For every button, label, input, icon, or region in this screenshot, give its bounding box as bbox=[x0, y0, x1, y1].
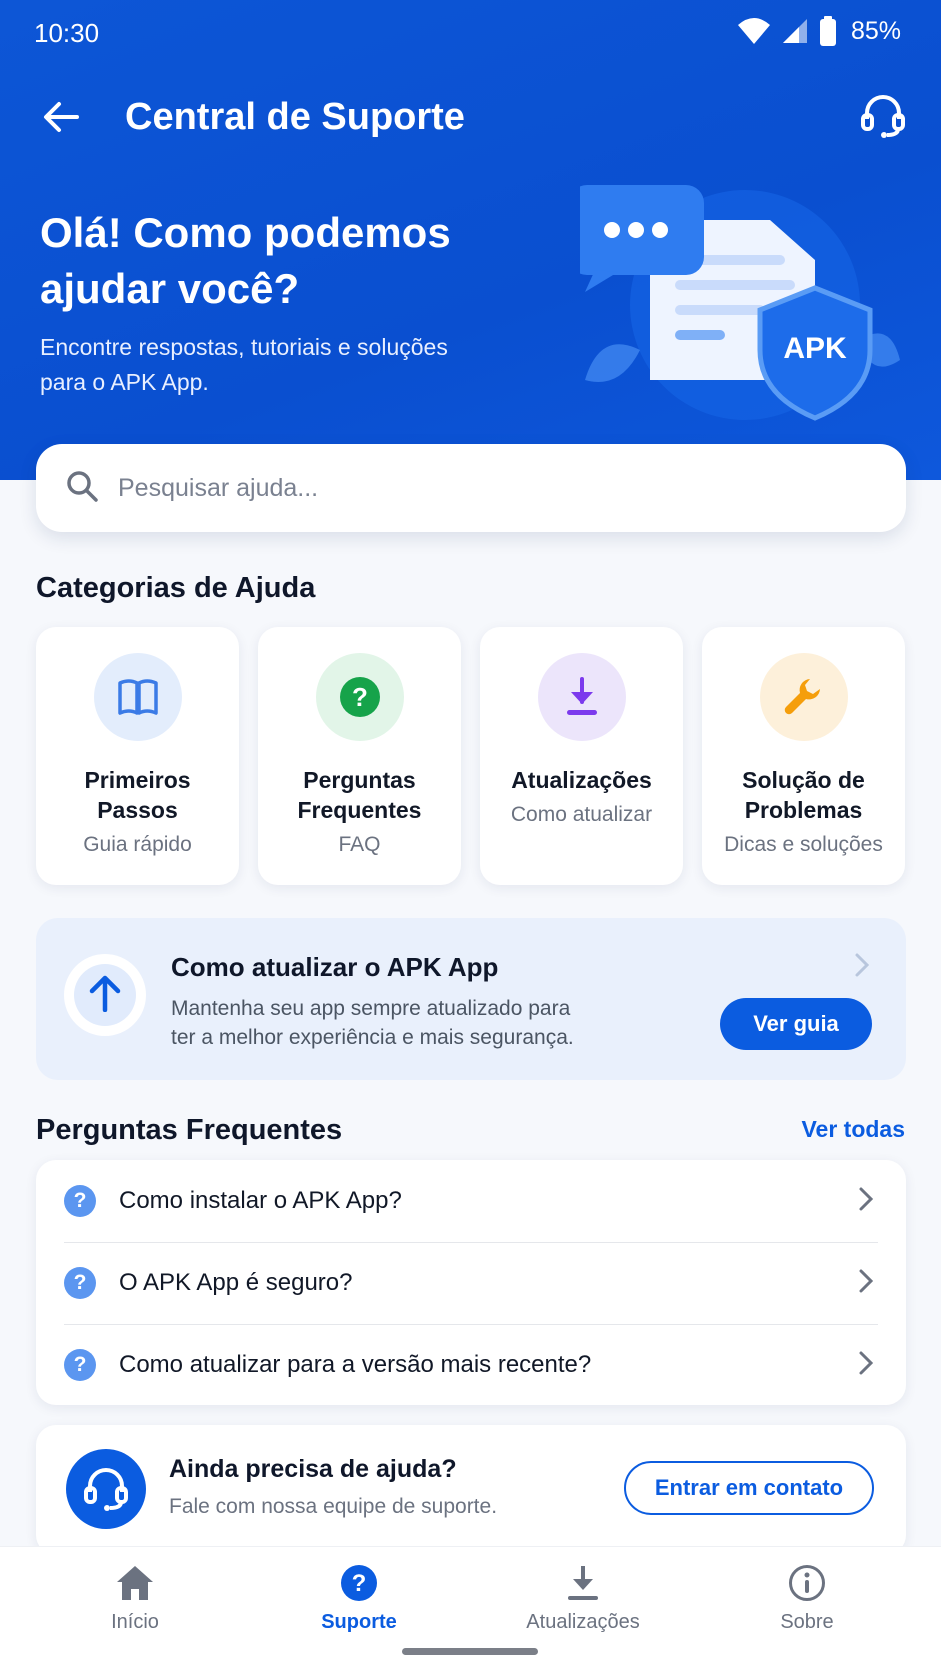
battery-percentage: 85% bbox=[850, 16, 901, 45]
category-card-troubleshooting[interactable]: Solução de Problemas Dicas e soluções bbox=[702, 627, 905, 885]
contact-button[interactable]: Entrar em contato bbox=[624, 1461, 874, 1515]
nav-item-updates[interactable]: Atualizações bbox=[483, 1561, 683, 1634]
nav-label: Sobre bbox=[780, 1611, 834, 1633]
update-card-title: Como atualizar o APK App bbox=[171, 952, 499, 982]
hero-subtitle: Encontre respostas, tutoriais e soluções… bbox=[40, 334, 448, 395]
nav-label: Atualizações bbox=[526, 1611, 640, 1633]
faq-list: ? Como instalar o APK App? ? O APK App é… bbox=[36, 1160, 906, 1405]
nav-item-support[interactable]: ? Suporte bbox=[259, 1561, 459, 1634]
question-icon: ? bbox=[64, 1267, 96, 1299]
page-title: Central de Suporte bbox=[125, 96, 465, 138]
category-card-updates[interactable]: Atualizações Como atualizar bbox=[480, 627, 683, 885]
category-title: Solução de Problemas bbox=[742, 767, 865, 823]
arrow-up-icon bbox=[87, 974, 123, 1017]
faq-question: Como atualizar para a versão mais recent… bbox=[119, 1351, 592, 1378]
nav-label: Suporte bbox=[321, 1611, 397, 1633]
category-card-faq[interactable]: ? Perguntas Frequentes FAQ bbox=[258, 627, 461, 885]
view-guide-button[interactable]: Ver guia bbox=[720, 998, 872, 1050]
category-subtitle: Dicas e soluções bbox=[724, 833, 883, 856]
chevron-right-icon bbox=[858, 1350, 874, 1381]
app-bar: Central de Suporte bbox=[0, 80, 941, 156]
category-subtitle: FAQ bbox=[338, 833, 381, 856]
update-card-description: Mantenha seu app sempre atualizado para … bbox=[171, 997, 574, 1049]
status-icons: 85% bbox=[737, 16, 901, 46]
search-input[interactable] bbox=[118, 473, 818, 503]
faq-question: O APK App é seguro? bbox=[119, 1269, 353, 1296]
faq-question: Como instalar o APK App? bbox=[119, 1187, 402, 1214]
chevron-right-icon bbox=[858, 1268, 874, 1299]
nav-label: Início bbox=[111, 1611, 159, 1633]
question-icon: ? bbox=[64, 1349, 96, 1381]
home-icon bbox=[35, 1561, 235, 1605]
category-subtitle: Como atualizar bbox=[510, 803, 653, 826]
category-title: Perguntas Frequentes bbox=[297, 767, 422, 823]
hero-title: Olá! Como podemos ajudar você? bbox=[40, 209, 451, 312]
arrow-left-icon bbox=[43, 101, 79, 138]
wrench-icon bbox=[759, 653, 848, 741]
support-illustration: APK bbox=[569, 180, 910, 430]
faq-item[interactable]: ? Como atualizar para a versão mais rece… bbox=[36, 1324, 906, 1406]
help-card-title: Ainda precisa de ajuda? bbox=[169, 1455, 457, 1483]
headset-icon bbox=[861, 93, 905, 144]
download-icon bbox=[537, 653, 626, 741]
faq-item[interactable]: ? O APK App é seguro? bbox=[36, 1242, 906, 1324]
support-headset-button[interactable] bbox=[855, 90, 911, 146]
help-card-subtitle: Fale com nossa equipe de suporte. bbox=[169, 1495, 498, 1518]
status-time: 10:30 bbox=[34, 18, 100, 48]
svg-text:?: ? bbox=[352, 682, 368, 712]
nav-item-home[interactable]: Início bbox=[35, 1561, 235, 1634]
nav-item-about[interactable]: Sobre bbox=[707, 1561, 907, 1634]
update-guide-card[interactable]: Como atualizar o APK App Mantenha seu ap… bbox=[36, 918, 906, 1080]
headset-icon bbox=[66, 1449, 146, 1529]
question-icon: ? bbox=[64, 1185, 96, 1217]
categories-section-title: Categorias de Ajuda bbox=[36, 572, 316, 604]
update-icon-badge bbox=[64, 954, 146, 1036]
wifi-icon bbox=[737, 17, 771, 45]
faq-item[interactable]: ? Como instalar o APK App? bbox=[36, 1160, 906, 1242]
question-circle-icon: ? bbox=[315, 653, 404, 741]
info-icon bbox=[707, 1561, 907, 1605]
download-icon bbox=[483, 1561, 683, 1605]
category-subtitle: Guia rápido bbox=[83, 833, 192, 856]
back-button[interactable] bbox=[36, 94, 86, 144]
category-card-getting-started[interactable]: Primeiros Passos Guia rápido bbox=[36, 627, 239, 885]
home-indicator bbox=[402, 1648, 538, 1655]
see-all-faq-link[interactable]: Ver todas bbox=[801, 1116, 905, 1143]
illustration-apk-label: APK bbox=[783, 332, 847, 365]
search-bar[interactable] bbox=[36, 444, 906, 532]
contact-support-card: Ainda precisa de ajuda? Fale com nossa e… bbox=[36, 1425, 906, 1555]
battery-icon bbox=[819, 16, 837, 46]
category-title: Atualizações bbox=[511, 767, 652, 793]
question-circle-icon: ? bbox=[259, 1561, 459, 1605]
faq-section-title: Perguntas Frequentes bbox=[36, 1114, 343, 1146]
chevron-right-icon bbox=[858, 1186, 874, 1217]
chevron-right-icon bbox=[854, 952, 870, 983]
book-icon bbox=[93, 653, 182, 741]
svg-text:?: ? bbox=[352, 1570, 367, 1597]
category-title: Primeiros Passos bbox=[84, 767, 191, 823]
status-bar: 10:30 85% bbox=[0, 0, 941, 64]
search-icon bbox=[66, 470, 98, 507]
signal-icon bbox=[781, 17, 809, 45]
